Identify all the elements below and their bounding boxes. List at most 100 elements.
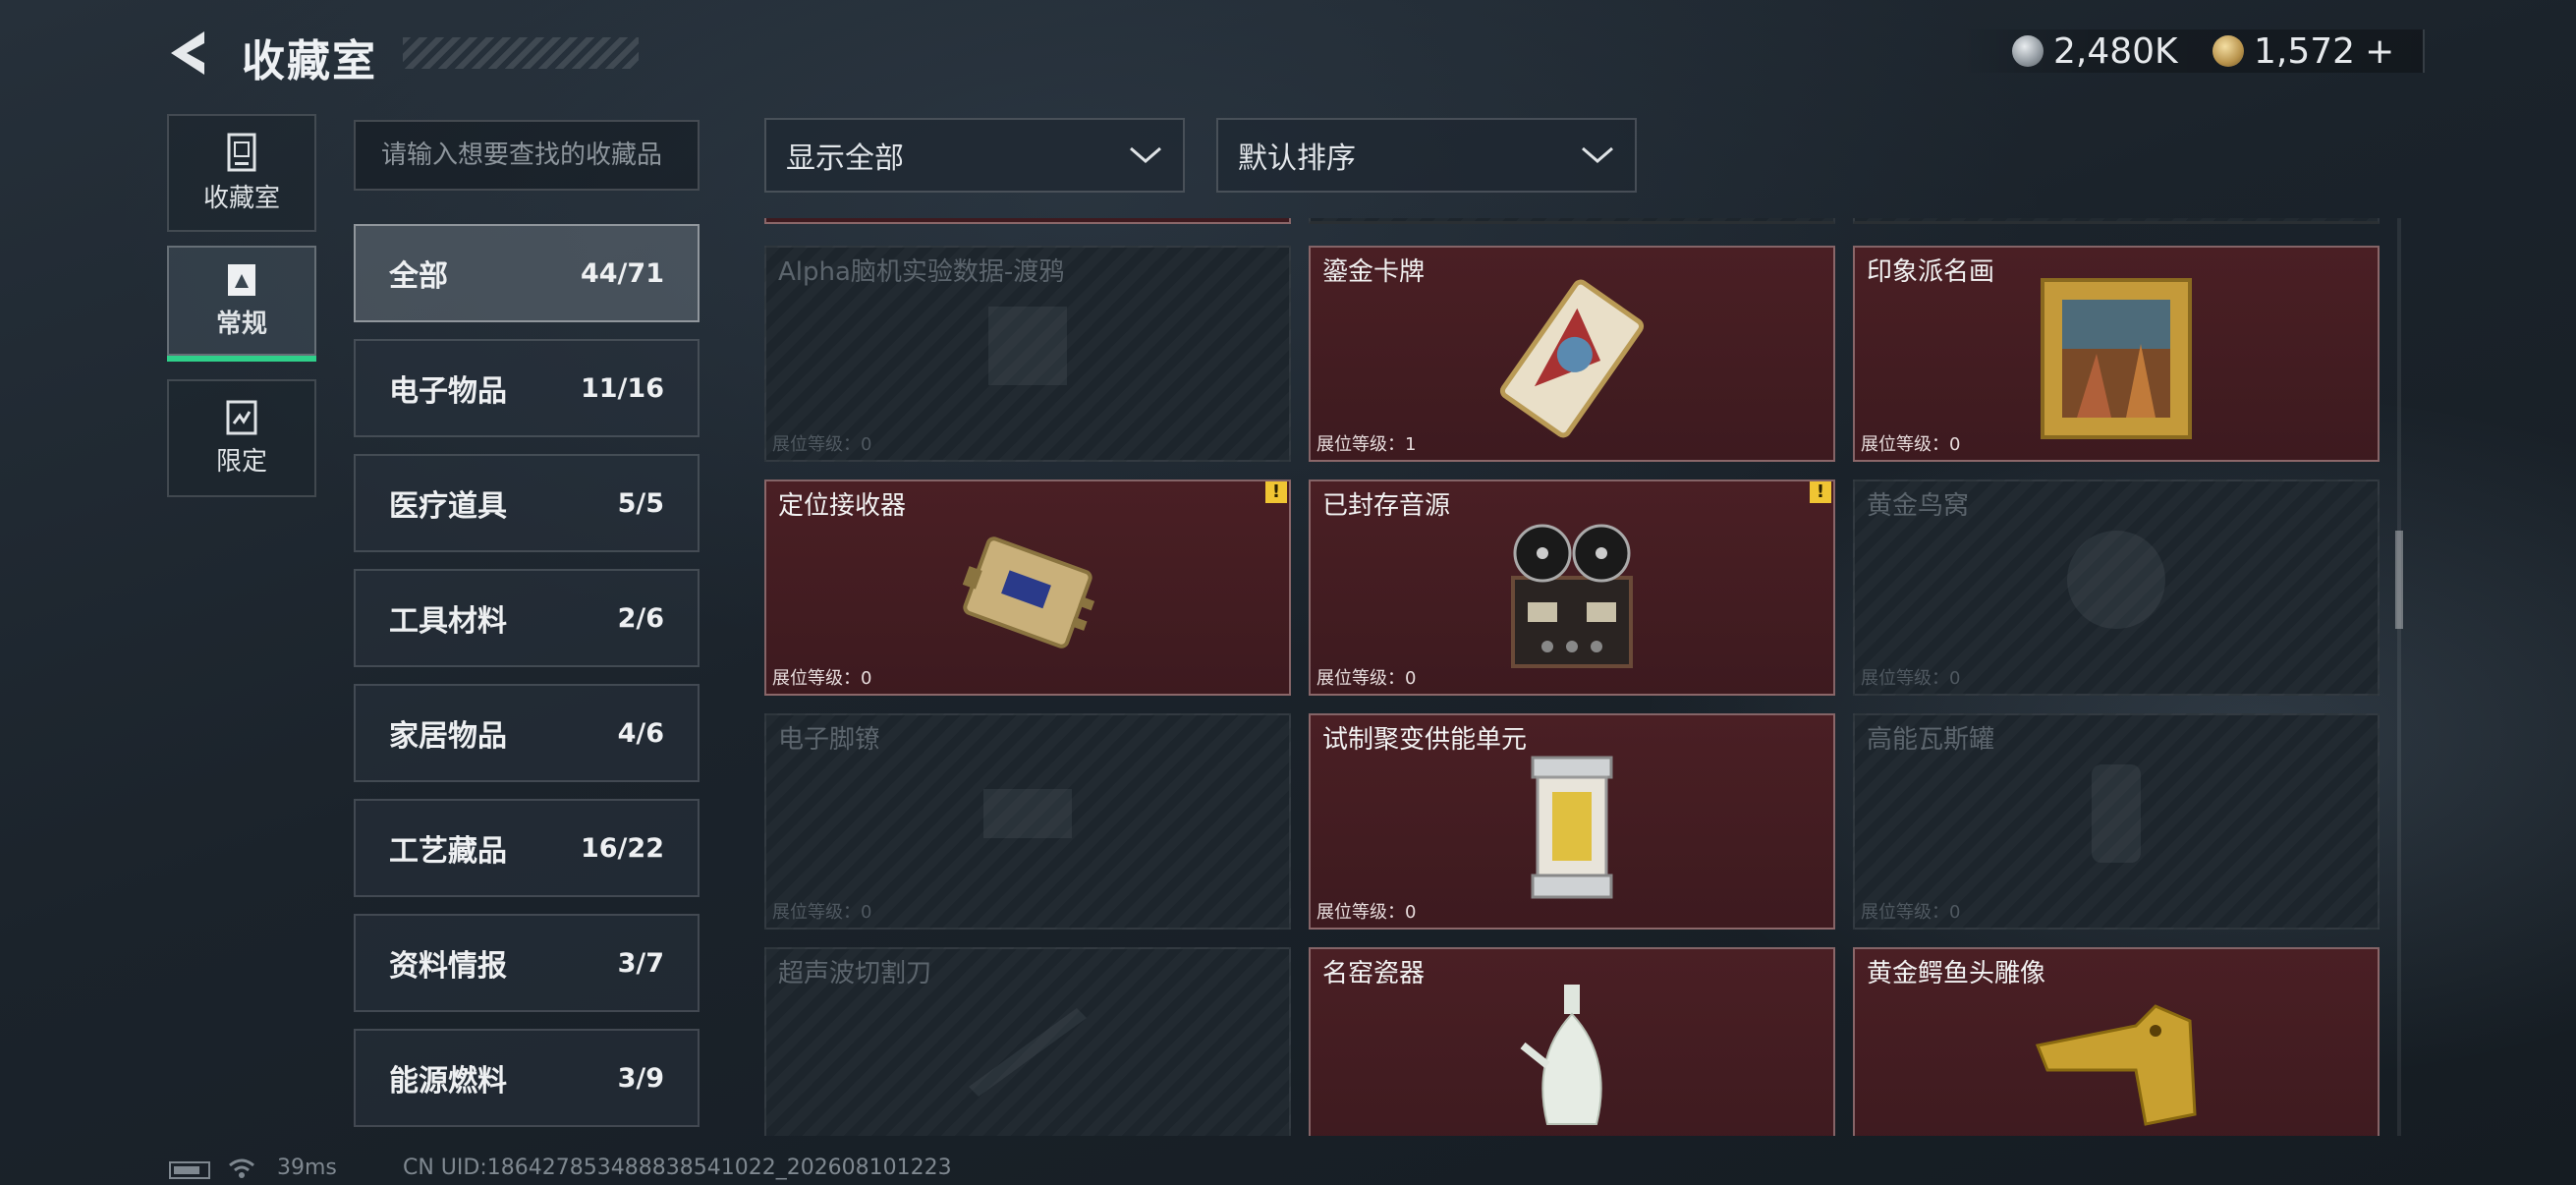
silver-coin-icon — [2012, 35, 2044, 67]
category-medical[interactable]: 医疗道具 5/5 — [354, 454, 700, 552]
gold-amount: 1,572 — [2254, 30, 2356, 72]
category-name: 家居物品 — [389, 719, 507, 754]
grid-scrollbar-thumb[interactable] — [2395, 531, 2403, 629]
fusion-power-unit-icon — [1531, 756, 1613, 899]
item-level: 展位等级：0 — [1316, 668, 1417, 689]
collection-room-icon — [227, 133, 256, 171]
category-count: 5/5 — [617, 487, 664, 519]
brain-data-icon — [988, 307, 1067, 385]
chevron-down-icon — [1130, 146, 1161, 163]
silver-currency: 2,480K — [2012, 29, 2178, 73]
category-household[interactable]: 家居物品 4/6 — [354, 684, 700, 782]
nav-collection-room[interactable]: 收藏室 — [167, 114, 316, 232]
collection-card[interactable]: 电子脚镣 展位等级：0 — [764, 713, 1291, 930]
electronic-shackle-icon — [983, 789, 1072, 838]
wifi-icon — [229, 1158, 254, 1178]
category-name: 医疗道具 — [389, 489, 507, 524]
item-name: 高能瓦斯罐 — [1867, 725, 1995, 755]
category-name: 电子物品 — [389, 374, 507, 409]
category-electronics[interactable]: 电子物品 11/16 — [354, 339, 700, 437]
category-energy[interactable]: 能源燃料 3/9 — [354, 1029, 700, 1127]
reel-tape-recorder-icon — [1511, 524, 1633, 668]
item-name: 定位接收器 — [778, 491, 907, 521]
impressionist-painting-icon — [2041, 278, 2192, 439]
item-name: Alpha脑机实验数据-渡鸦 — [778, 257, 1065, 287]
collection-card[interactable]: 超声波切割刀 — [764, 947, 1291, 1136]
add-currency-button[interactable]: + — [2365, 31, 2394, 72]
item-level: 展位等级：0 — [1861, 434, 1961, 455]
gilded-card-icon — [1499, 279, 1645, 438]
item-level: 展位等级：0 — [772, 434, 872, 455]
item-level: 展位等级：0 — [772, 902, 872, 923]
collection-card[interactable]: 已封存音源 ! 展位等级：0 — [1309, 480, 1835, 696]
category-count: 44/71 — [580, 257, 664, 289]
limited-icon — [226, 400, 257, 434]
collection-card-partial — [1309, 218, 1835, 224]
alert-badge-icon: ! — [1810, 481, 1831, 503]
category-name: 资料情报 — [389, 949, 507, 984]
collection-card[interactable]: 黄金鳄鱼头雕像 — [1853, 947, 2380, 1136]
nav-label: 限定 — [215, 446, 267, 477]
category-all[interactable]: 全部 44/71 — [354, 224, 700, 322]
item-level: 展位等级：0 — [1861, 902, 1961, 923]
collection-card[interactable]: 黄金鸟窝 展位等级：0 — [1853, 480, 2380, 696]
alert-badge-icon: ! — [1265, 481, 1287, 503]
category-tools[interactable]: 工具材料 2/6 — [354, 569, 700, 667]
active-tab-indicator — [167, 356, 316, 362]
ping-text: 39ms — [277, 1156, 337, 1180]
collection-card-partial — [1853, 218, 2380, 224]
category-intel[interactable]: 资料情报 3/7 — [354, 914, 700, 1012]
porcelain-vase-icon — [1520, 985, 1602, 1125]
item-level: 展位等级：1 — [1316, 434, 1417, 455]
positioning-receiver-icon — [962, 536, 1095, 649]
collection-card[interactable]: Alpha脑机实验数据-渡鸦 展位等级：0 — [764, 246, 1291, 462]
collection-grid: Alpha脑机实验数据-渡鸦 展位等级：0 鎏金卡牌 展位等级：1 印象派名画 … — [764, 218, 2383, 1136]
item-name: 黄金鳄鱼头雕像 — [1867, 959, 2046, 988]
collection-card-partial — [764, 218, 1291, 224]
item-name: 已封存音源 — [1322, 491, 1451, 521]
sort-dropdown[interactable]: 默认排序 — [1216, 118, 1637, 193]
filter-dropdown[interactable]: 显示全部 — [764, 118, 1185, 193]
collection-card[interactable]: 鎏金卡牌 展位等级：1 — [1309, 246, 1835, 462]
item-name: 鎏金卡牌 — [1322, 257, 1426, 287]
item-name: 名窑瓷器 — [1322, 959, 1426, 988]
page-title: 收藏室 — [242, 36, 377, 86]
golden-crocodile-head-icon — [2035, 1004, 2197, 1126]
nav-label: 收藏室 — [202, 183, 280, 213]
silver-amount: 2,480K — [2053, 30, 2178, 72]
gold-currency: 1,572 + — [2212, 29, 2394, 73]
category-crafts[interactable]: 工艺藏品 16/22 — [354, 799, 700, 897]
nav-limited[interactable]: 限定 — [167, 379, 316, 497]
item-name: 超声波切割刀 — [778, 959, 932, 988]
sort-dropdown-label: 默认排序 — [1238, 141, 1356, 176]
collection-card[interactable]: 高能瓦斯罐 展位等级：0 — [1853, 713, 2380, 930]
grid-scrollbar[interactable] — [2397, 218, 2401, 1136]
back-button[interactable] — [165, 28, 216, 79]
nav-regular[interactable]: 常规 — [167, 246, 316, 356]
category-count: 11/16 — [580, 372, 664, 404]
gas-canister-icon — [2092, 764, 2141, 863]
item-name: 印象派名画 — [1867, 257, 1995, 287]
category-count: 4/6 — [617, 717, 664, 749]
collection-card[interactable]: 试制聚变供能单元 展位等级：0 — [1309, 713, 1835, 930]
ultrasonic-cutter-icon — [969, 1008, 1087, 1097]
regular-icon — [228, 263, 255, 296]
collection-card[interactable]: 定位接收器 ! 展位等级：0 — [764, 480, 1291, 696]
search-input[interactable] — [354, 120, 700, 191]
item-level: 展位等级：0 — [1861, 668, 1961, 689]
item-name: 电子脚镣 — [778, 725, 881, 755]
category-count: 3/9 — [617, 1062, 664, 1094]
category-count: 16/22 — [580, 832, 664, 864]
title-decoration — [403, 37, 639, 69]
golden-nest-icon — [2067, 531, 2165, 629]
back-arrow-icon — [171, 31, 204, 75]
filter-dropdown-label: 显示全部 — [786, 141, 904, 176]
collection-card[interactable]: 印象派名画 展位等级：0 — [1853, 246, 2380, 462]
item-name: 黄金鸟窝 — [1867, 491, 1970, 521]
battery-icon — [169, 1161, 210, 1179]
category-name: 工具材料 — [389, 604, 507, 639]
category-name: 能源燃料 — [389, 1064, 507, 1099]
gold-coin-icon — [2212, 35, 2244, 67]
item-level: 展位等级：0 — [772, 668, 872, 689]
collection-card[interactable]: 名窑瓷器 — [1309, 947, 1835, 1136]
